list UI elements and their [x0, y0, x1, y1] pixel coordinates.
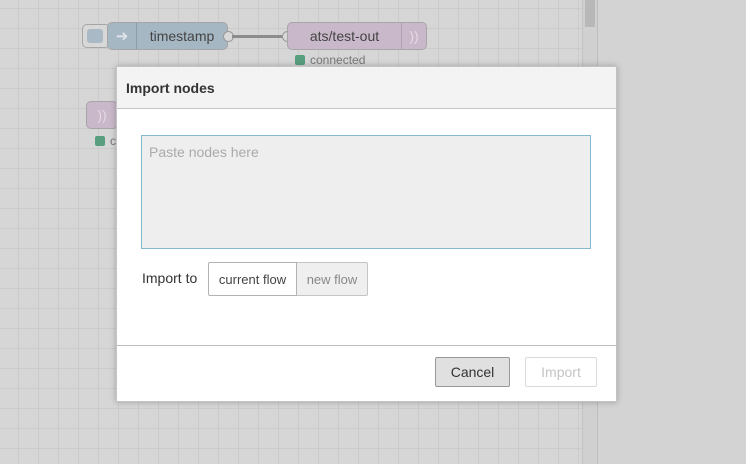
mqtt-out-status-text: connected — [310, 53, 366, 67]
mqtt-node-2-status: c — [95, 134, 116, 148]
paste-nodes-input[interactable] — [141, 135, 591, 249]
status-dot-icon — [95, 136, 105, 146]
arrow-right-icon: ➜ — [108, 23, 137, 49]
inject-node[interactable]: ➜ timestamp — [107, 22, 228, 50]
mqtt-out-node[interactable]: ats/test-out )) — [287, 22, 427, 50]
import-to-label: Import to — [142, 270, 198, 286]
dialog-title: Import nodes — [117, 67, 616, 109]
wifi-icon: )) — [97, 107, 107, 123]
inject-trigger-square — [87, 29, 103, 43]
sidebar-panel — [597, 0, 746, 464]
scrollbar-thumb[interactable] — [585, 0, 595, 27]
inject-node-label: timestamp — [149, 28, 215, 44]
mqtt-node-2[interactable]: )) — [86, 101, 118, 129]
mqtt-out-node-label: ats/test-out — [309, 28, 380, 44]
import-target-toggle: current flow new flow — [208, 262, 368, 296]
status-dot-icon — [295, 55, 305, 65]
wifi-icon: )) — [401, 23, 426, 49]
inject-trigger-button[interactable] — [82, 24, 110, 48]
new-flow-option[interactable]: new flow — [297, 262, 368, 296]
current-flow-option[interactable]: current flow — [208, 262, 297, 296]
mqtt-out-status: connected — [295, 53, 365, 67]
dialog-divider — [117, 345, 616, 346]
import-nodes-dialog: Import nodes Import to current flow new … — [116, 66, 617, 402]
node-wire[interactable] — [232, 35, 287, 38]
cancel-button[interactable]: Cancel — [435, 357, 510, 387]
import-button[interactable]: Import — [525, 357, 597, 387]
